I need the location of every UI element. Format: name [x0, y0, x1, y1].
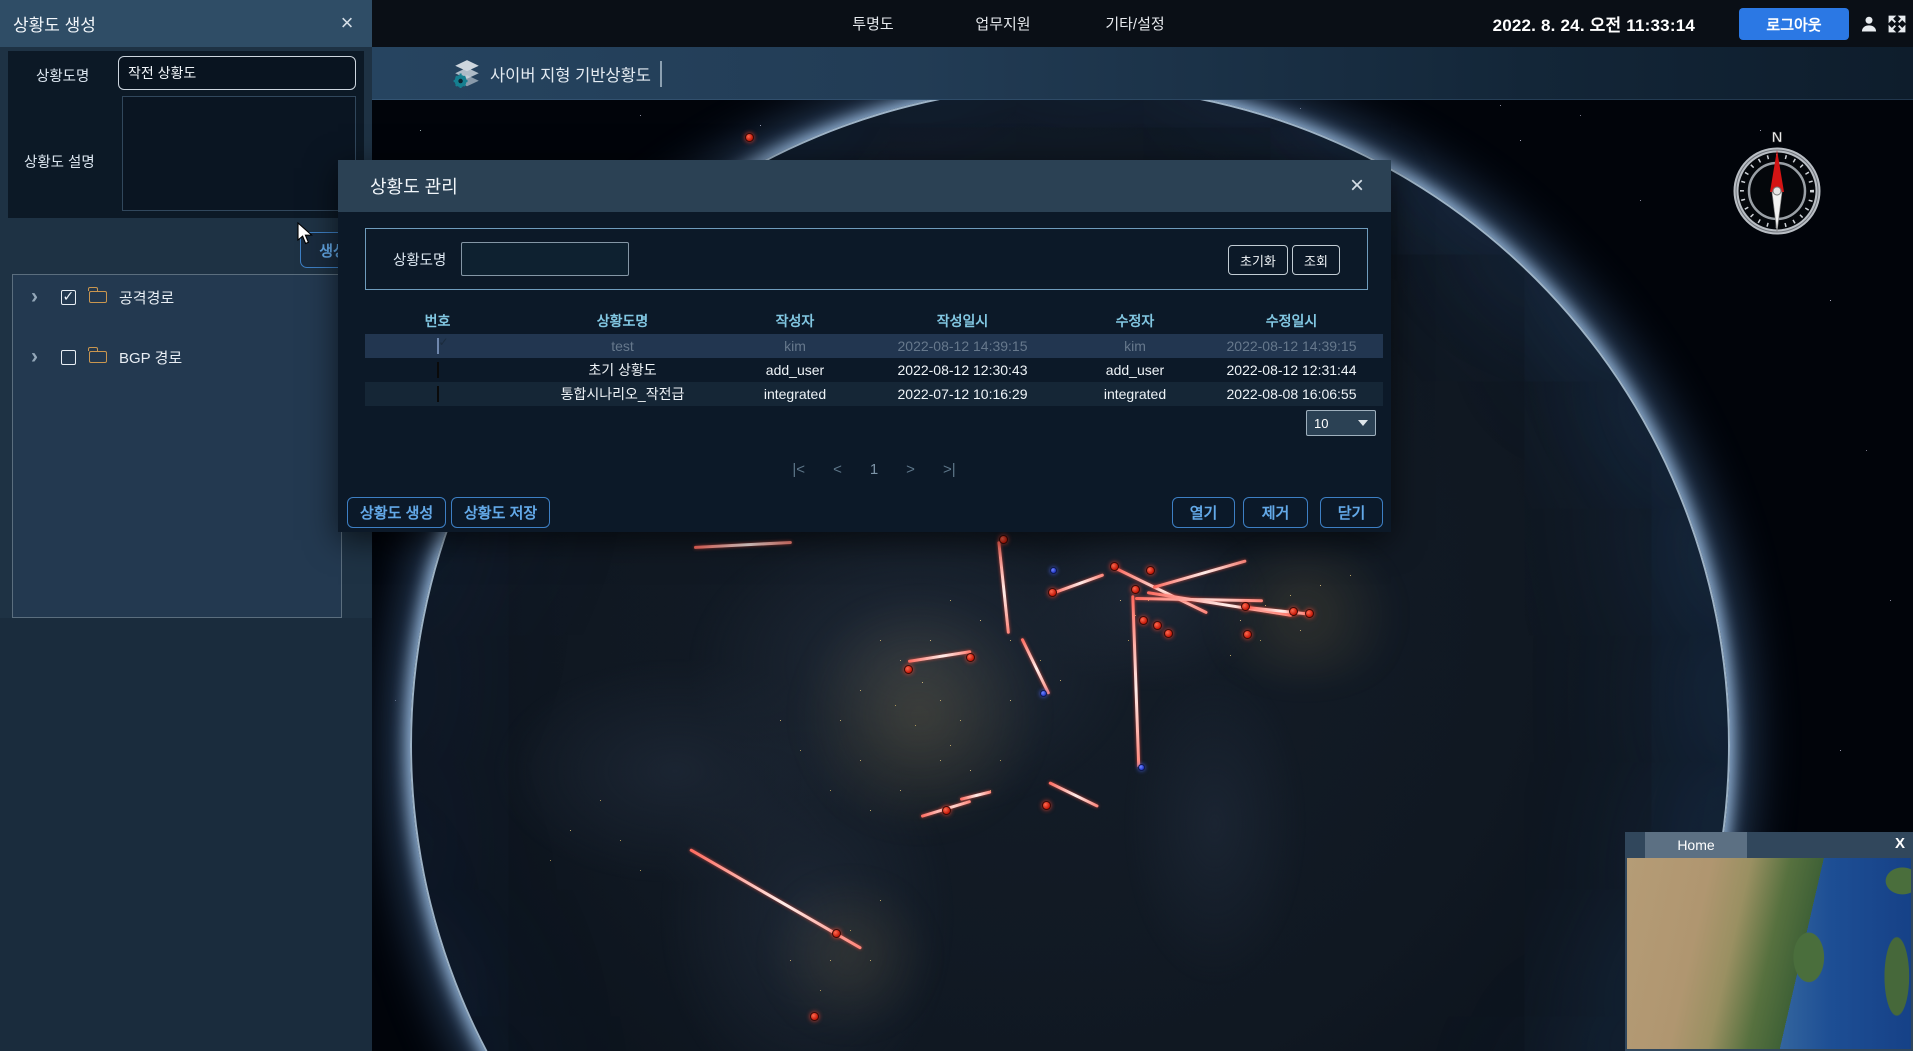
layers-gear-icon	[452, 58, 482, 88]
next-page-button[interactable]: >	[906, 461, 915, 478]
checkbox-checked-icon[interactable]	[61, 290, 76, 305]
map-list-table: 번호 상황도명 작성자 작성일시 수정자 수정일시 test kim 2022-…	[365, 308, 1383, 406]
page-size-value: 10	[1314, 416, 1328, 431]
tree-item-attack-path[interactable]: › 공격경로	[31, 285, 174, 309]
checkbox-unchecked-icon[interactable]	[61, 350, 76, 365]
map-manage-dialog: 상황도 관리 × 상황도명 초기화 조회 번호 상황도명 작성자 작성일시 수정…	[338, 160, 1391, 532]
cell-created: 2022-08-12 14:39:15	[855, 338, 1070, 354]
cell-modified: 2022-08-08 16:06:55	[1200, 386, 1383, 402]
col-author: 작성자	[735, 311, 855, 331]
close-button[interactable]: 닫기	[1320, 497, 1383, 528]
col-number: 번호	[365, 311, 510, 331]
tree-item-bgp-path[interactable]: › BGP 경로	[31, 345, 182, 369]
minimap-satellite-view[interactable]	[1627, 858, 1911, 1049]
page-size-select[interactable]: 10	[1306, 410, 1376, 436]
nav-menu-etc-settings[interactable]: 기타/설정	[1094, 0, 1176, 47]
open-button[interactable]: 열기	[1172, 497, 1235, 528]
cell-created: 2022-07-12 10:16:29	[855, 386, 1070, 402]
compass-widget[interactable]: N	[1722, 128, 1832, 243]
map-name-input[interactable]	[118, 56, 356, 90]
chevron-right-icon[interactable]: ›	[31, 347, 51, 367]
map-desc-textarea[interactable]	[122, 96, 356, 211]
city-glow	[1190, 550, 1420, 680]
search-label: 상황도명	[393, 249, 446, 270]
tree-item-label: BGP 경로	[119, 347, 182, 368]
col-created: 작성일시	[855, 311, 1070, 331]
col-name: 상황도명	[510, 311, 735, 331]
col-modified: 수정일시	[1200, 311, 1383, 331]
reset-button[interactable]: 초기화	[1228, 245, 1288, 275]
city-glow	[790, 600, 1050, 830]
table-row[interactable]: test kim 2022-08-12 14:39:15 kim 2022-08…	[365, 334, 1383, 358]
cell-author: kim	[735, 338, 855, 354]
row-checkbox-unchecked[interactable]	[437, 362, 439, 378]
current-page[interactable]: 1	[870, 461, 878, 478]
col-modifier: 수정자	[1070, 311, 1200, 331]
top-nav-bar: 투명도 업무지원 기타/설정 2022. 8. 24. 오전 11:33:14 …	[372, 0, 1913, 47]
city-glow	[760, 880, 940, 1030]
cell-modifier: kim	[1070, 338, 1200, 354]
toolbar-divider	[660, 61, 662, 87]
cell-modified: 2022-08-12 12:31:44	[1200, 362, 1383, 378]
prev-page-button[interactable]: <	[833, 461, 842, 478]
toolbar-title: 사이버 지형 기반상황도	[490, 47, 651, 100]
map-toolbar: 사이버 지형 기반상황도	[372, 47, 1913, 100]
dialog-title: 상황도 관리	[370, 160, 458, 212]
layer-tree: › 공격경로 › BGP 경로	[12, 274, 342, 618]
tree-item-label: 공격경로	[119, 287, 174, 308]
fullscreen-icon[interactable]	[1887, 14, 1907, 34]
nav-menu-transparency[interactable]: 투명도	[834, 0, 912, 47]
cell-name: test	[510, 338, 735, 354]
create-map-form: 상황도명 상황도 설명	[8, 51, 364, 218]
chevron-right-icon[interactable]: ›	[31, 287, 51, 307]
query-button[interactable]: 조회	[1292, 245, 1340, 275]
table-row[interactable]: 통합시나리오_작전급 integrated 2022-07-12 10:16:2…	[365, 382, 1383, 406]
cell-modified: 2022-08-12 14:39:15	[1200, 338, 1383, 354]
app-root: 투명도 업무지원 기타/설정 2022. 8. 24. 오전 11:33:14 …	[0, 0, 1913, 1051]
close-icon[interactable]: ×	[1343, 172, 1371, 200]
row-checkbox-unchecked[interactable]	[437, 386, 439, 402]
remove-button[interactable]: 제거	[1243, 497, 1308, 528]
logout-button[interactable]: 로그아웃	[1739, 8, 1849, 40]
pagination: |< < 1 > >|	[365, 456, 1383, 482]
first-page-button[interactable]: |<	[792, 461, 805, 478]
close-icon[interactable]: ×	[334, 10, 360, 36]
panel-header[interactable]: 상황도 생성 ×	[0, 0, 372, 47]
cell-author: add_user	[735, 362, 855, 378]
create-map-panel: 상황도 생성 × 상황도명 상황도 설명 생성 › 공격경로 › BGP 경로	[0, 0, 372, 1051]
cell-modifier: integrated	[1070, 386, 1200, 402]
folder-icon	[89, 351, 107, 363]
minimap-header[interactable]: Home X	[1625, 832, 1913, 858]
create-map-button[interactable]: 상황도 생성	[347, 497, 446, 528]
cell-author: integrated	[735, 386, 855, 402]
search-input[interactable]	[461, 242, 629, 276]
minimap-home-tab[interactable]: Home	[1645, 832, 1747, 858]
cell-modifier: add_user	[1070, 362, 1200, 378]
cell-name: 통합시나리오_작전급	[510, 384, 735, 404]
close-icon[interactable]: X	[1895, 835, 1905, 852]
table-row[interactable]: 초기 상황도 add_user 2022-08-12 12:30:43 add_…	[365, 358, 1383, 382]
map-desc-label: 상황도 설명	[24, 151, 95, 172]
chevron-down-icon	[1358, 420, 1368, 426]
minimap-window: Home X	[1625, 832, 1913, 1051]
search-panel: 상황도명 초기화 조회	[365, 228, 1368, 290]
datetime-display: 2022. 8. 24. 오전 11:33:14	[1493, 0, 1695, 47]
user-icon[interactable]	[1859, 14, 1879, 34]
panel-lower-area	[0, 618, 372, 1051]
dialog-header[interactable]: 상황도 관리 ×	[338, 160, 1391, 212]
cell-name: 초기 상황도	[510, 360, 735, 380]
map-name-label: 상황도명	[36, 65, 89, 86]
panel-title: 상황도 생성	[13, 11, 96, 36]
table-header-row: 번호 상황도명 작성자 작성일시 수정자 수정일시	[365, 308, 1383, 334]
row-checkbox-checked[interactable]	[437, 338, 439, 354]
compass-north-label: N	[1772, 129, 1783, 146]
last-page-button[interactable]: >|	[943, 461, 956, 478]
save-map-button[interactable]: 상황도 저장	[451, 497, 550, 528]
nav-menu-work-support[interactable]: 업무지원	[964, 0, 1042, 47]
cell-created: 2022-08-12 12:30:43	[855, 362, 1070, 378]
folder-icon	[89, 291, 107, 303]
